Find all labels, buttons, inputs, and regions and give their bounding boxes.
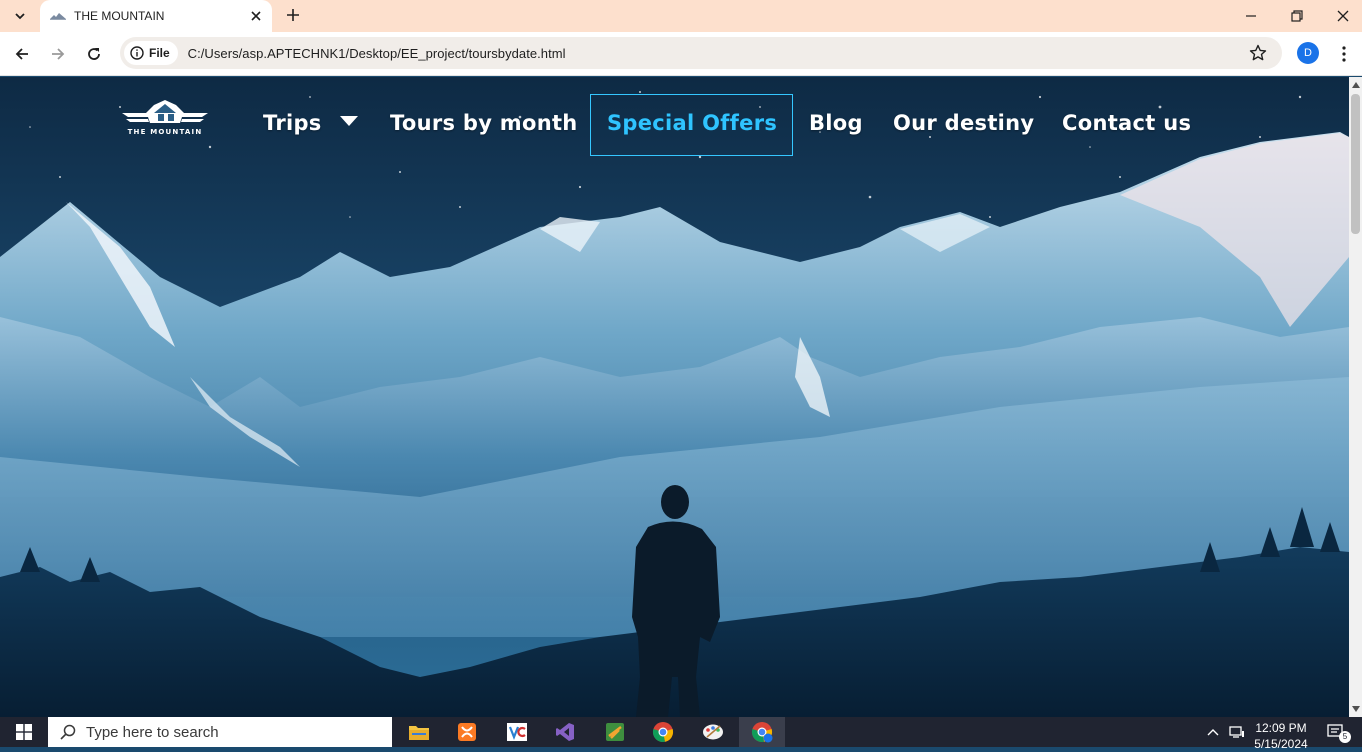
sublime-text-app[interactable]	[592, 717, 638, 747]
address-bar[interactable]: File C:/Users/asp.APTECHNK1/Desktop/EE_p…	[120, 37, 1282, 69]
logo-text: THE MOUNTAIN	[127, 128, 203, 136]
browser-tab-strip: THE MOUNTAIN	[0, 0, 1362, 32]
profile-avatar[interactable]: D	[1297, 42, 1319, 64]
site-info-chip[interactable]: File	[124, 41, 178, 65]
mountain-favicon-icon	[50, 8, 66, 24]
nav-our-destiny[interactable]: Our destiny	[893, 111, 1034, 141]
page-scrollbar[interactable]	[1349, 77, 1362, 717]
plus-icon	[287, 9, 299, 21]
windows-logo-icon	[16, 724, 32, 740]
chrome-profile-icon	[751, 722, 773, 743]
mountain-logo-icon	[122, 100, 208, 123]
visual-studio-app[interactable]	[542, 717, 588, 747]
info-icon	[130, 46, 144, 60]
nav-special-offers[interactable]: Special Offers	[590, 94, 793, 156]
close-tab-icon[interactable]	[248, 8, 264, 24]
browser-toolbar: File C:/Users/asp.APTECHNK1/Desktop/EE_p…	[0, 32, 1362, 76]
nav-tours-by-month[interactable]: Tours by month	[390, 111, 578, 141]
close-window-button[interactable]	[1320, 0, 1362, 32]
network-icon	[1229, 726, 1244, 738]
vscode-icon	[507, 723, 527, 741]
network-button[interactable]	[1226, 717, 1248, 747]
forward-button[interactable]	[44, 40, 72, 68]
hero-mountain-image	[0, 77, 1349, 717]
url-text[interactable]: C:/Users/asp.APTECHNK1/Desktop/EE_projec…	[188, 46, 566, 61]
nav-contact-us[interactable]: Contact us	[1062, 111, 1191, 141]
bookmark-button[interactable]	[1248, 43, 1268, 63]
reload-button[interactable]	[80, 40, 108, 68]
close-icon	[1337, 10, 1349, 22]
reload-icon	[88, 48, 100, 60]
show-hidden-icons-button[interactable]	[1202, 717, 1224, 747]
page-viewport: THE MOUNTAIN Trips Tours by month Specia…	[0, 77, 1349, 717]
folder-icon	[409, 726, 429, 740]
chrome-app[interactable]	[640, 717, 686, 747]
star-icon	[1249, 44, 1267, 61]
scroll-up-arrow-icon[interactable]	[1351, 80, 1360, 90]
clock-date: 5/15/2024	[1254, 737, 1308, 751]
start-button[interactable]	[0, 717, 48, 747]
arrow-left-icon	[15, 48, 28, 60]
search-icon	[60, 724, 76, 740]
back-button[interactable]	[8, 40, 36, 68]
browser-menu-button[interactable]	[1334, 42, 1354, 66]
windows-taskbar: Type here to search 12:09 PM 5/15/2024 5	[0, 717, 1362, 751]
taskbar-search[interactable]: Type here to search	[48, 717, 392, 747]
site-info-label: File	[149, 46, 170, 60]
search-placeholder: Type here to search	[86, 723, 219, 741]
notification-count-badge: 5	[1339, 731, 1351, 743]
restore-button[interactable]	[1274, 0, 1320, 32]
more-vertical-icon	[1342, 46, 1346, 62]
minimize-button[interactable]	[1228, 0, 1274, 32]
new-tab-button[interactable]	[280, 2, 306, 28]
site-logo[interactable]: THE MOUNTAIN	[118, 99, 212, 139]
site-navbar: THE MOUNTAIN Trips Tours by month Specia…	[0, 77, 1349, 167]
notification-center-button[interactable]: 5	[1320, 717, 1352, 747]
paint-app[interactable]	[690, 717, 736, 747]
arrow-right-icon	[52, 48, 65, 60]
sublime-icon	[606, 723, 624, 741]
chevron-up-icon	[1207, 729, 1219, 736]
chrome-profile-app[interactable]	[739, 717, 785, 747]
scroll-down-arrow-icon[interactable]	[1351, 704, 1360, 714]
scroll-thumb[interactable]	[1351, 94, 1360, 234]
clock-time: 12:09 PM	[1255, 721, 1307, 735]
tab-search-button[interactable]	[8, 4, 32, 28]
xampp-app[interactable]	[444, 717, 490, 747]
browser-tab[interactable]: THE MOUNTAIN	[40, 0, 272, 32]
restore-icon	[1291, 10, 1303, 22]
vs-code-app[interactable]	[494, 717, 540, 747]
file-explorer-app[interactable]	[396, 717, 442, 747]
taskbar-clock[interactable]: 12:09 PM 5/15/2024	[1250, 720, 1312, 752]
nav-blog[interactable]: Blog	[809, 111, 863, 141]
paint-palette-icon	[703, 724, 723, 740]
xampp-icon	[458, 723, 476, 741]
nav-trips[interactable]: Trips	[263, 111, 322, 141]
visual-studio-icon	[556, 723, 574, 741]
caret-down-icon[interactable]	[339, 115, 359, 127]
nav-special-offers-label: Special Offers	[607, 111, 778, 135]
chrome-icon	[652, 722, 674, 743]
chevron-down-icon	[15, 13, 25, 20]
tab-title: THE MOUNTAIN	[74, 9, 165, 23]
minimize-icon	[1246, 15, 1256, 17]
